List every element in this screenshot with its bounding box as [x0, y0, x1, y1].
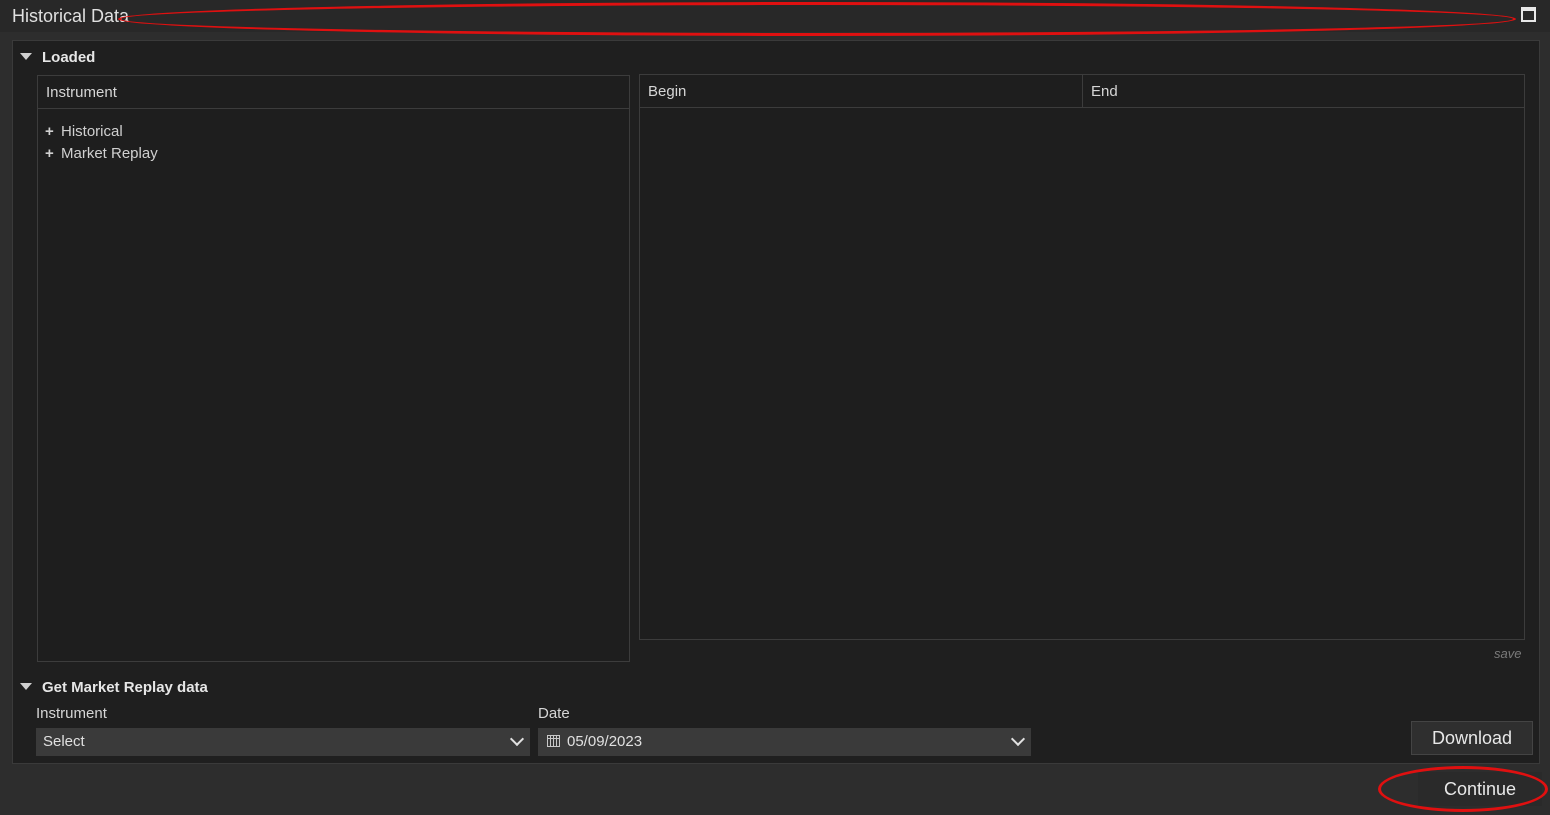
save-link[interactable]: save: [1494, 646, 1521, 661]
replay-section-title: Get Market Replay data: [42, 679, 208, 696]
range-table-panel: Begin End: [639, 74, 1525, 640]
date-label: Date: [538, 705, 570, 722]
replay-section-header[interactable]: Get Market Replay data: [20, 679, 208, 696]
instrument-tree-panel: Instrument + Historical + Market Replay: [37, 75, 630, 662]
calendar-icon: [547, 735, 560, 747]
expand-plus-icon[interactable]: +: [45, 123, 55, 140]
tree-item-historical[interactable]: + Historical: [45, 123, 123, 140]
maximize-icon[interactable]: [1521, 7, 1536, 22]
chevron-down-icon: [1010, 731, 1026, 747]
tree-item-market-replay[interactable]: + Market Replay: [45, 145, 158, 162]
instrument-label: Instrument: [36, 705, 107, 722]
tree-item-label: Market Replay: [61, 145, 158, 162]
instrument-select-value: Select: [43, 733, 85, 750]
title-bar[interactable]: Historical Data: [0, 0, 1550, 32]
download-button[interactable]: Download: [1411, 721, 1533, 755]
instrument-select[interactable]: Select: [36, 728, 530, 756]
historical-data-window: Historical Data Loaded Instrument + Histo…: [0, 0, 1550, 815]
tree-item-label: Historical: [61, 123, 123, 140]
continue-button[interactable]: Continue: [1418, 772, 1542, 806]
begin-column-header[interactable]: Begin: [640, 75, 1083, 108]
collapse-triangle-icon[interactable]: [20, 52, 32, 60]
instrument-column-header[interactable]: Instrument: [38, 76, 629, 109]
end-column-header[interactable]: End: [1083, 75, 1524, 108]
chevron-down-icon: [509, 731, 525, 747]
window-title: Historical Data: [12, 6, 130, 26]
loaded-section-title: Loaded: [42, 49, 96, 66]
date-value: 05/09/2023: [567, 733, 643, 750]
collapse-triangle-icon[interactable]: [20, 682, 32, 690]
date-picker[interactable]: 05/09/2023: [538, 728, 1031, 756]
loaded-section-header[interactable]: Loaded: [20, 49, 95, 66]
expand-plus-icon[interactable]: +: [45, 145, 55, 162]
